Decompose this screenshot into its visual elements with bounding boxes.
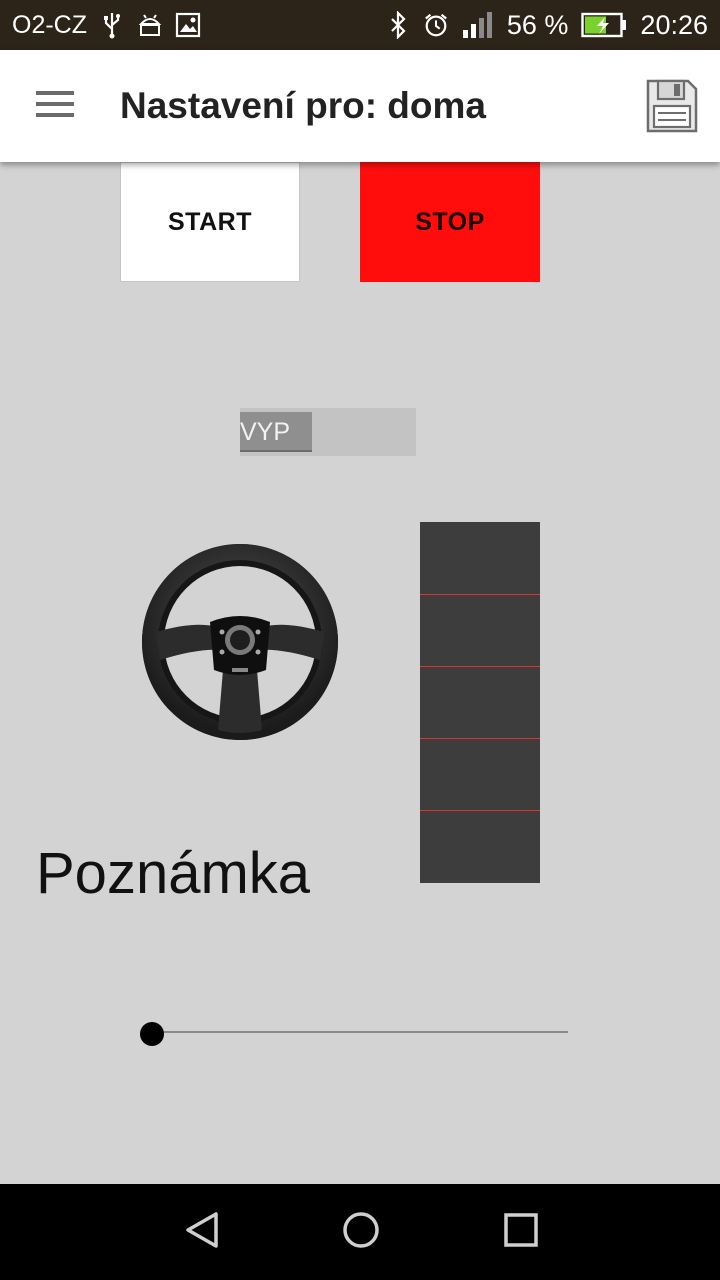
- usb-icon: [99, 10, 125, 40]
- recents-button[interactable]: [491, 1202, 551, 1262]
- segment-divider: [420, 810, 540, 811]
- slider[interactable]: [140, 1012, 570, 1056]
- floppy-disk-icon: [646, 79, 698, 138]
- recents-icon: [501, 1210, 541, 1255]
- note-label[interactable]: Poznámka: [36, 840, 310, 907]
- clock-time: 20:26: [640, 9, 708, 40]
- carrier-name: O2-CZ: [12, 10, 87, 39]
- signal-icon: [461, 10, 495, 40]
- navigation-bar: [0, 1184, 720, 1280]
- hamburger-menu-icon: [36, 89, 76, 124]
- status-bar-left: O2-CZ: [12, 0, 201, 50]
- home-icon: [341, 1210, 381, 1255]
- segment-divider: [420, 738, 540, 739]
- start-button[interactable]: START: [120, 162, 300, 282]
- segment-bar-panel: [420, 522, 540, 883]
- slider-thumb[interactable]: [140, 1022, 164, 1046]
- page-title: Nastavení pro: doma: [120, 85, 486, 126]
- home-button[interactable]: [331, 1202, 391, 1262]
- bluetooth-icon: [385, 10, 411, 40]
- battery-percent: 56 %: [506, 9, 569, 40]
- status-bar: O2-CZ 56 % 20:26: [0, 0, 720, 50]
- back-icon: [182, 1210, 222, 1255]
- status-bar-right: 56 % 20:26: [385, 0, 708, 50]
- steering-wheel-icon: [142, 544, 338, 740]
- segment-divider: [420, 666, 540, 667]
- menu-button[interactable]: [28, 82, 84, 130]
- alarm-icon: [423, 10, 449, 40]
- segment-divider: [420, 594, 540, 595]
- image-icon: [175, 10, 201, 40]
- save-button[interactable]: [642, 78, 702, 138]
- battery-icon: [580, 10, 628, 40]
- app-bar: Nastavení pro: doma: [0, 50, 720, 162]
- android-icon: [137, 10, 163, 40]
- slider-track[interactable]: [152, 1031, 568, 1033]
- back-button[interactable]: [172, 1202, 232, 1262]
- toggle-label: VYP: [240, 418, 291, 446]
- toggle-switch[interactable]: VYP: [240, 408, 416, 456]
- steering-wheel-image: [138, 540, 342, 744]
- stop-button[interactable]: STOP: [360, 162, 540, 282]
